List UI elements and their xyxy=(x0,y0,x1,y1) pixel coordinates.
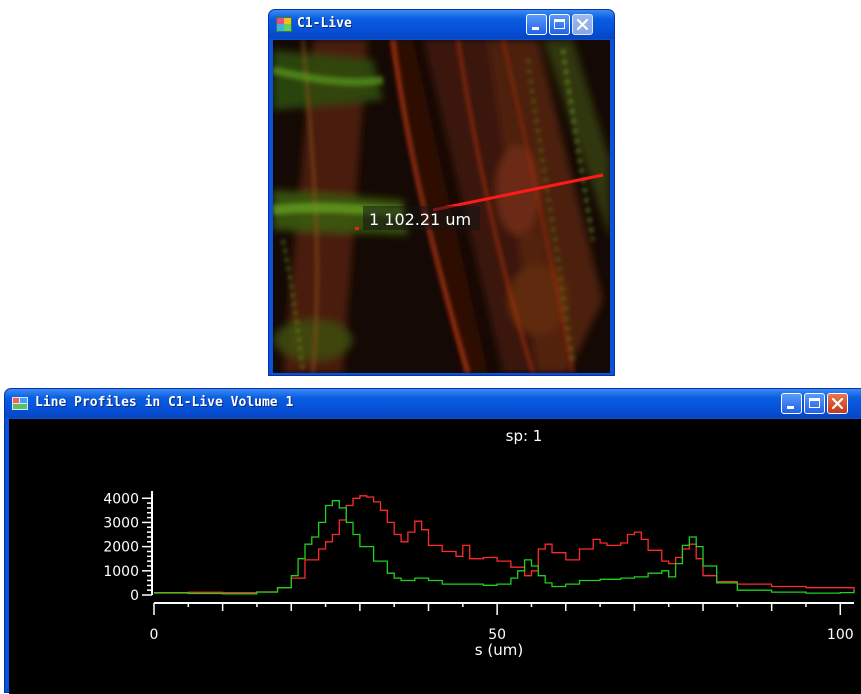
chart-title: sp: 1 xyxy=(506,427,543,445)
measurement-point xyxy=(355,227,359,230)
y-tick-label: 3000 xyxy=(103,515,139,531)
minimize-button[interactable] xyxy=(781,393,802,414)
maximize-icon xyxy=(809,398,820,408)
series-line-0 xyxy=(154,495,855,594)
maximize-button[interactable] xyxy=(804,393,825,414)
x-tick-label: 0 xyxy=(150,627,159,643)
close-button xyxy=(572,14,593,35)
close-icon xyxy=(831,397,844,410)
x-axis: 0 50 100 xyxy=(150,602,854,643)
y-tick-label: 0 xyxy=(130,588,139,604)
line-profile-plot[interactable]: sp: 1 4000 3000 2000 1000 0 0 50 100 s (um) xyxy=(9,419,861,694)
y-tick-label: 4000 xyxy=(103,491,139,507)
close-button[interactable] xyxy=(827,393,848,414)
minimize-icon xyxy=(532,27,539,30)
live-image-canvas[interactable]: 1 102.21 um xyxy=(273,40,610,373)
live-window-title: C1-Live xyxy=(297,16,352,31)
profile-window: Line Profiles in C1-Live Volume 1 sp: 1 … xyxy=(4,388,861,694)
y-tick-label: 2000 xyxy=(103,540,139,556)
y-tick-label: 1000 xyxy=(103,564,139,580)
live-window: C1-Live 1 102.21 um xyxy=(268,9,615,376)
app-icon xyxy=(12,397,28,410)
x-axis-label: s (um) xyxy=(475,641,523,659)
profile-window-titlebar[interactable]: Line Profiles in C1-Live Volume 1 xyxy=(5,389,861,418)
x-tick-label: 100 xyxy=(827,627,854,643)
measurement-label: 1 102.21 um xyxy=(369,210,471,229)
live-window-titlebar[interactable]: C1-Live xyxy=(269,10,614,39)
profile-window-title: Line Profiles in C1-Live Volume 1 xyxy=(35,395,294,410)
maximize-button[interactable] xyxy=(549,14,570,35)
maximize-icon xyxy=(554,19,565,29)
line-profile-chart: sp: 1 40003000200010000 0 50 100 s (um) xyxy=(103,427,855,659)
microscopy-image: 1 102.21 um xyxy=(273,40,610,373)
image-app-icon xyxy=(276,17,292,32)
series-group xyxy=(154,495,855,595)
minimize-button[interactable] xyxy=(526,14,547,35)
minimize-icon xyxy=(787,406,794,409)
series-line-1 xyxy=(154,500,855,595)
close-icon xyxy=(576,18,589,31)
y-axis: 4000 3000 2000 1000 0 xyxy=(103,491,153,604)
